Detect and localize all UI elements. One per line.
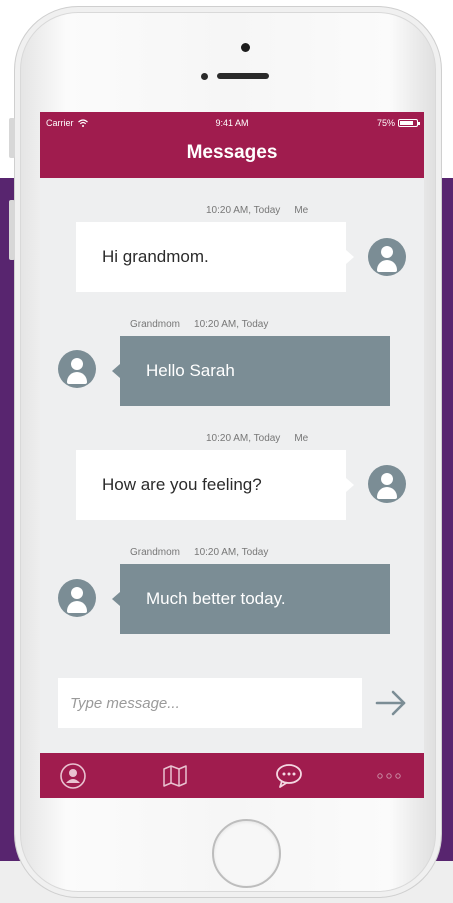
message-time: 10:20 AM, Today xyxy=(206,205,281,216)
message-text: Much better today. xyxy=(146,589,286,608)
page-title: Messages xyxy=(186,142,278,163)
user-avatar-icon[interactable] xyxy=(368,465,406,503)
contact-avatar-icon[interactable] xyxy=(58,579,96,617)
volume-button[interactable] xyxy=(9,118,15,158)
tab-profile[interactable] xyxy=(50,753,96,798)
map-icon xyxy=(163,764,187,787)
tab-bar xyxy=(40,753,424,798)
send-button[interactable] xyxy=(374,688,408,718)
message-meta: 10:20 AM, Today Me xyxy=(206,205,308,216)
message-text: Hi grandmom. xyxy=(102,247,209,266)
message-time: 10:20 AM, Today xyxy=(194,319,269,330)
user-avatar-icon[interactable] xyxy=(368,238,406,276)
chat-icon xyxy=(276,763,302,788)
more-icon xyxy=(377,772,401,779)
message-sender: Me xyxy=(294,433,309,444)
message-text: Hello Sarah xyxy=(146,361,235,380)
message-time: 10:20 AM, Today xyxy=(194,547,269,558)
phone-screen: Carrier 9:41 AM 75% Messages 10:20 AM, T… xyxy=(40,112,424,798)
tab-map[interactable] xyxy=(152,753,198,798)
volume-button[interactable] xyxy=(9,200,15,260)
received-message-bubble[interactable]: Hello Sarah xyxy=(112,336,390,406)
arrow-right-icon xyxy=(375,690,406,716)
earpiece-speaker xyxy=(217,73,269,79)
front-camera xyxy=(241,43,250,52)
message-meta: Grandmom 10:20 AM, Today xyxy=(130,547,268,558)
message-meta: 10:20 AM, Today Me xyxy=(206,433,308,444)
sent-message-bubble[interactable]: Hi grandmom. xyxy=(76,222,354,292)
message-time: 10:20 AM, Today xyxy=(206,433,281,444)
message-text: How are you feeling? xyxy=(102,475,262,494)
message-input[interactable] xyxy=(58,678,362,728)
proximity-sensor xyxy=(201,73,208,80)
app-header: Carrier 9:41 AM 75% Messages xyxy=(40,112,424,178)
battery-percent: 75% xyxy=(376,118,395,128)
tab-messages[interactable] xyxy=(266,753,312,798)
message-sender: Grandmom xyxy=(130,319,181,330)
profile-icon xyxy=(60,762,86,789)
sent-message-bubble[interactable]: How are you feeling? xyxy=(76,450,354,520)
message-sender: Me xyxy=(294,205,309,216)
message-meta: Grandmom 10:20 AM, Today xyxy=(130,319,268,330)
tab-more[interactable] xyxy=(366,753,412,798)
home-button[interactable] xyxy=(212,819,281,888)
received-message-bubble[interactable]: Much better today. xyxy=(112,564,390,634)
battery-icon xyxy=(398,119,420,127)
status-time: 9:41 AM xyxy=(215,118,249,128)
message-sender: Grandmom xyxy=(130,547,181,558)
status-bar: Carrier 9:41 AM 75% xyxy=(40,112,424,132)
battery-indicator: 75% xyxy=(376,118,420,128)
contact-avatar-icon[interactable] xyxy=(58,350,96,388)
